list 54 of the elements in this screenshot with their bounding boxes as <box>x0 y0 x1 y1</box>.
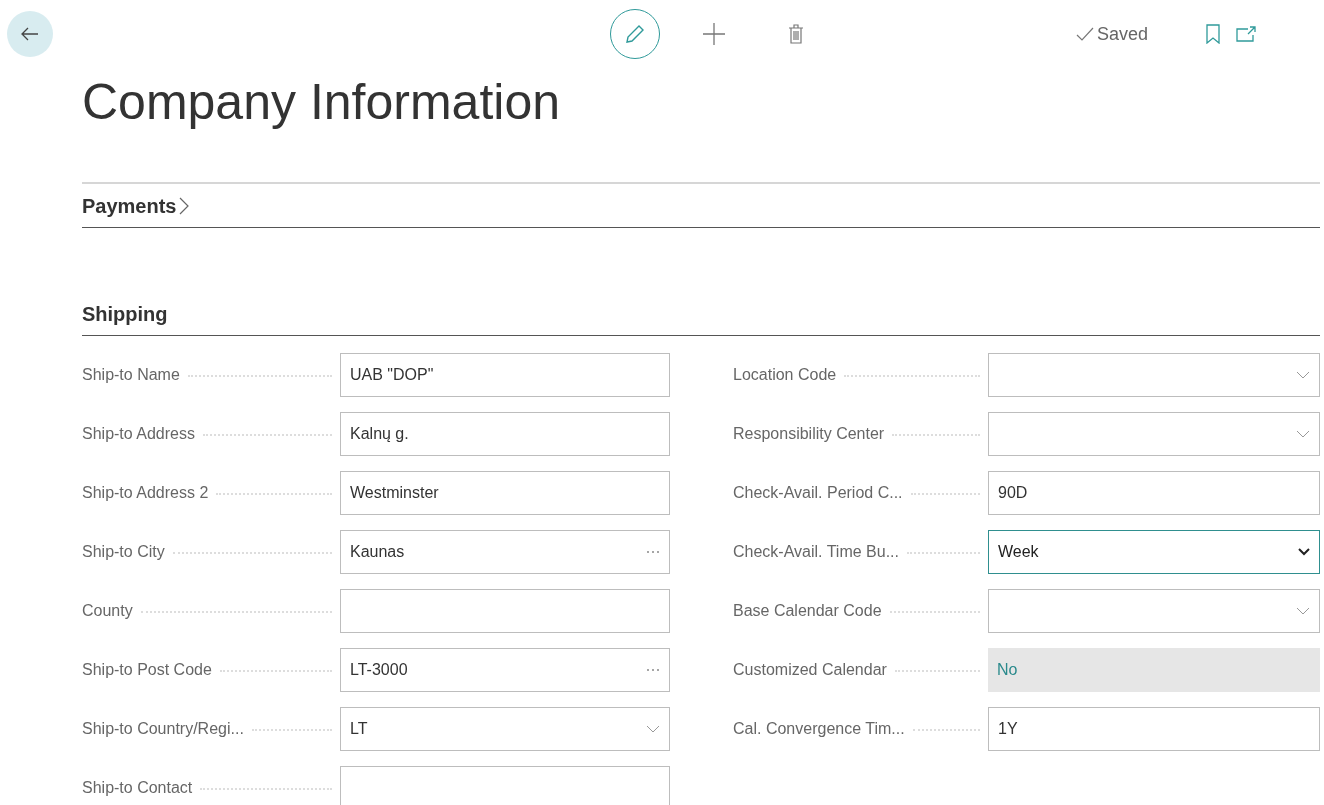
field-label: Base Calendar Code <box>733 600 882 621</box>
back-button[interactable] <box>7 11 53 57</box>
pencil-icon <box>625 24 645 44</box>
field-label: Ship-to Post Code <box>82 659 212 680</box>
section-header[interactable]: Payments <box>82 184 1320 228</box>
dropdown-field[interactable]: LT <box>340 706 670 751</box>
dropdown-field[interactable] <box>988 588 1320 633</box>
input-field[interactable]: Kalnų g. <box>340 411 670 456</box>
edit-button[interactable] <box>610 9 660 59</box>
field-label: County <box>82 600 133 621</box>
dropdown-field[interactable] <box>988 411 1320 456</box>
input-field[interactable]: Westminster <box>340 470 670 515</box>
field-label: Customized Calendar <box>733 659 887 680</box>
delete-button[interactable] <box>786 22 806 46</box>
field-label: Check-Avail. Period C... <box>733 482 903 503</box>
field-label: Cal. Convergence Tim... <box>733 718 905 739</box>
field-label: Responsibility Center <box>733 423 885 444</box>
field-label: Ship-to Address <box>82 423 195 444</box>
bookmark-icon <box>1206 24 1221 44</box>
field-label: Ship-to Contact <box>82 777 193 798</box>
saved-status: Saved <box>1097 22 1149 46</box>
check-icon <box>1076 27 1094 41</box>
input-field[interactable]: 1Y <box>988 706 1320 751</box>
trash-icon <box>788 24 804 44</box>
page-title: Company Information <box>82 73 561 132</box>
input-field[interactable]: Kaunas <box>340 529 670 574</box>
input-field[interactable] <box>340 765 670 805</box>
open-in-new-window-icon <box>1236 26 1257 42</box>
chevron-right-icon <box>178 195 189 216</box>
input-field[interactable] <box>340 588 670 633</box>
field-label: Check-Avail. Time Bu... <box>733 541 899 562</box>
chevron-down-icon <box>1296 370 1310 379</box>
chevron-down-icon <box>1298 547 1310 556</box>
bookmark-button[interactable] <box>1206 24 1221 44</box>
input-field[interactable]: 90D <box>988 470 1320 515</box>
dropdown-field[interactable]: Week <box>988 529 1320 574</box>
field-label: Ship-to Country/Regi... <box>82 718 244 739</box>
new-button[interactable] <box>700 20 728 48</box>
chevron-down-icon <box>646 724 660 733</box>
chevron-down-icon <box>1296 606 1310 615</box>
input-field[interactable]: LT-3000 <box>340 647 670 692</box>
field-label: Ship-to City <box>82 541 165 562</box>
more-icon <box>646 549 660 554</box>
more-icon <box>646 667 660 672</box>
section-header[interactable]: Shipping <box>82 292 1320 336</box>
chevron-down-icon <box>1296 429 1310 438</box>
dropdown-field[interactable] <box>988 352 1320 397</box>
field-label: Location Code <box>733 364 837 385</box>
open-in-new-window-button[interactable] <box>1236 26 1257 42</box>
back-arrow-icon <box>21 27 39 41</box>
field-label: Ship-to Name <box>82 364 180 385</box>
input-field[interactable]: UAB "DOP" <box>340 352 670 397</box>
plus-icon <box>703 23 725 45</box>
field-label: Ship-to Address 2 <box>82 482 209 503</box>
